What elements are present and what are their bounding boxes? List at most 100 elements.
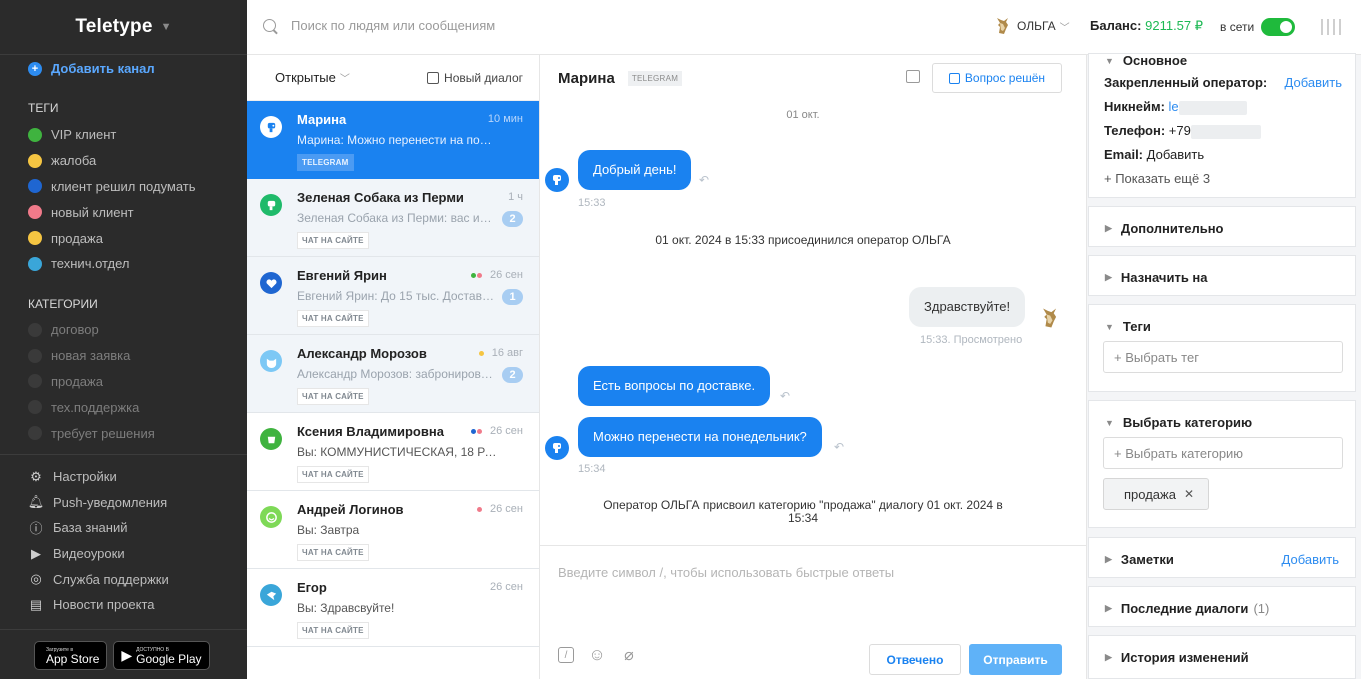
- sidebar-item-support[interactable]: ◎ Служба поддержки: [28, 566, 168, 592]
- telegram-bot-icon: [553, 443, 561, 453]
- show-more-link[interactable]: + Показать ещё 3: [1104, 171, 1210, 186]
- sidebar-item-settings[interactable]: ⚙ Настройки: [28, 464, 169, 490]
- dialog-list: Открытые ﹀ Новый диалог Марина 10 мин Марин…: [247, 55, 540, 679]
- dialog-item[interactable]: Марина 10 мин Марина: Можно перенести на п…: [247, 101, 539, 179]
- contact-avatar: [260, 506, 282, 528]
- assign-card[interactable]: ▶ Назначить на: [1088, 255, 1356, 296]
- dialog-item[interactable]: Евгений Ярин 26 сен Евгений Ярин: До 15 ты…: [247, 257, 539, 335]
- message-input[interactable]: [558, 565, 1058, 580]
- tag-dot: [477, 428, 483, 434]
- sidebar-tag-item[interactable]: клиент решил подумать: [28, 174, 196, 200]
- tag-label: продажа: [51, 230, 103, 246]
- google-play-badge[interactable]: ▶ ДОСТУПНО В Google Play: [113, 641, 210, 670]
- brand-menu[interactable]: Teletype ▼: [0, 0, 247, 55]
- sidebar-category-item[interactable]: продажа: [28, 369, 155, 395]
- dialog-time-label: 26 сен: [490, 503, 523, 515]
- add-pinned-operator-link[interactable]: Добавить: [1285, 75, 1342, 90]
- history-title: История изменений: [1120, 650, 1249, 665]
- bell-icon: 🔔︎: [27, 494, 45, 510]
- reply-icon[interactable]: ↶: [699, 173, 709, 187]
- sidebar-category-item[interactable]: требует решения: [28, 420, 155, 446]
- tag-color-dot: [28, 205, 42, 220]
- tag-label: VIP клиент: [51, 127, 117, 143]
- sidebar-tag-item[interactable]: VIP клиент: [28, 122, 196, 148]
- search-icon: [263, 19, 276, 32]
- dialog-item[interactable]: Ксения Владимировна 26 сен Вы: КОММУНИСТИЧ…: [247, 413, 539, 491]
- category-dot: [28, 374, 42, 389]
- emoji-icon[interactable]: ☺: [588, 645, 606, 664]
- resolved-button[interactable]: Вопрос решён: [932, 63, 1062, 93]
- settings-list: ⚙ Настройки 🔔︎ Push-уведомления ⓘ База знан…: [28, 464, 169, 618]
- nickname-field: Никнейм: le: [1104, 99, 1247, 115]
- sidebar-tag-item[interactable]: новый клиент: [28, 199, 196, 225]
- store-badges: Загрузите в App Store ▶ ДОСТУПНО В Google …: [34, 641, 210, 670]
- sidebar-category-item[interactable]: тех.поддержка: [28, 394, 155, 420]
- dialog-channel-badge: ЧАТ НА САЙТЕ: [297, 388, 369, 405]
- category-toggle[interactable]: ▼ Выбрать категорию: [1105, 415, 1252, 430]
- tag-dots: [478, 350, 484, 356]
- add-note-link[interactable]: Добавить: [1282, 552, 1339, 567]
- dialog-contact-name: Егор: [297, 580, 327, 595]
- sidebar-item-push[interactable]: 🔔︎ Push-уведомления: [28, 490, 169, 516]
- operator-menu[interactable]: ОЛЬГА ﹀: [991, 15, 1070, 37]
- dialog-time: 26 сен: [471, 425, 523, 437]
- category-label: тех.поддержка: [51, 399, 140, 415]
- dialog-time: 26 сен: [490, 581, 523, 593]
- last-dialogs-card[interactable]: ▶ Последние диалоги (1): [1088, 586, 1356, 627]
- category-label: новая заявка: [51, 348, 131, 364]
- sidebar-category-item[interactable]: новая заявка: [28, 343, 155, 369]
- sidebar-category-item[interactable]: договор: [28, 317, 155, 343]
- close-icon[interactable]: ✕: [1184, 487, 1194, 501]
- additional-card[interactable]: ▶ Дополнительно: [1088, 206, 1356, 247]
- dialog-channel-badge: ЧАТ НА САЙТЕ: [297, 544, 369, 561]
- quick-reply-icon[interactable]: /: [558, 647, 574, 663]
- reply-icon[interactable]: ↶: [780, 389, 790, 403]
- dialog-item[interactable]: Зеленая Собака из Перми 1 ч Зеленая Собака…: [247, 179, 539, 257]
- email-add-link[interactable]: Добавить: [1147, 147, 1204, 162]
- contact-avatar: [260, 272, 282, 294]
- sidebar-tag-item[interactable]: технич.отдел: [28, 251, 196, 277]
- basic-info-card: ▼ Основное Закрепленный оператор: Добавит…: [1088, 53, 1356, 198]
- sidebar-item-knowledge[interactable]: ⓘ База знаний: [28, 515, 169, 541]
- sidebar-item-news[interactable]: ▤ Новости проекта: [28, 592, 169, 618]
- answered-button[interactable]: Отвечено: [869, 644, 961, 675]
- search-input[interactable]: [291, 18, 671, 33]
- pinned-operator-field: Закрепленный оператор:: [1104, 75, 1267, 90]
- add-channel-button[interactable]: + Добавить канал: [28, 61, 155, 76]
- telegram-bot-icon: [267, 122, 275, 132]
- system-message-category: Оператор ОЛЬГА присвоил категорию "прода…: [540, 499, 1066, 525]
- tags-toggle[interactable]: ▼ Теги: [1105, 319, 1151, 334]
- category-select-input[interactable]: [1103, 437, 1343, 469]
- dialog-item[interactable]: Егор 26 сен Вы: Здравсвуйте! ЧАТ НА САЙТЕ: [247, 569, 539, 647]
- categories-section-title: КАТЕГОРИИ: [28, 297, 98, 311]
- cat-icon: [266, 358, 276, 368]
- sidebar-item-video[interactable]: ▶ Видеоуроки: [28, 541, 169, 567]
- dialog-item[interactable]: Андрей Логинов 26 сен Вы: Завтра ЧАТ НА САЙ…: [247, 491, 539, 569]
- online-status: в сети: [1220, 18, 1296, 36]
- tag-color-dot: [28, 127, 42, 142]
- bot-icon: [267, 200, 275, 210]
- dialog-item[interactable]: Александр Морозов 16 авг Александр Морозов…: [247, 335, 539, 413]
- menu-bars-icon[interactable]: [1321, 19, 1341, 35]
- nickname-value[interactable]: le: [1169, 99, 1179, 114]
- basic-info-toggle[interactable]: ▼ Основное: [1105, 53, 1187, 68]
- sidebar-tag-item[interactable]: продажа: [28, 225, 196, 251]
- dialog-preview: Вы: Завтра: [297, 523, 360, 537]
- online-toggle[interactable]: [1261, 18, 1296, 36]
- tag-label: клиент решил подумать: [51, 178, 196, 194]
- archive-icon[interactable]: [906, 70, 920, 83]
- new-dialog-button[interactable]: Новый диалог: [427, 71, 523, 85]
- dialog-filter-dropdown[interactable]: Открытые ﹀: [275, 70, 350, 85]
- app-store-badge[interactable]: Загрузите в App Store: [34, 641, 108, 670]
- notes-toggle[interactable]: ▶ Заметки: [1105, 552, 1174, 567]
- sidebar-tag-item[interactable]: жалоба: [28, 148, 196, 174]
- dialog-contact-name: Ксения Владимировна: [297, 424, 444, 439]
- reply-icon[interactable]: ↶: [834, 440, 844, 454]
- attach-icon[interactable]: ⌀: [620, 646, 638, 664]
- send-button[interactable]: Отправить: [969, 644, 1062, 675]
- category-dot: [28, 348, 42, 363]
- dialog-list-header: Открытые ﹀ Новый диалог: [247, 55, 539, 101]
- history-card[interactable]: ▶ История изменений: [1088, 635, 1356, 679]
- edit-icon: [427, 71, 440, 84]
- tag-select-input[interactable]: [1103, 341, 1343, 373]
